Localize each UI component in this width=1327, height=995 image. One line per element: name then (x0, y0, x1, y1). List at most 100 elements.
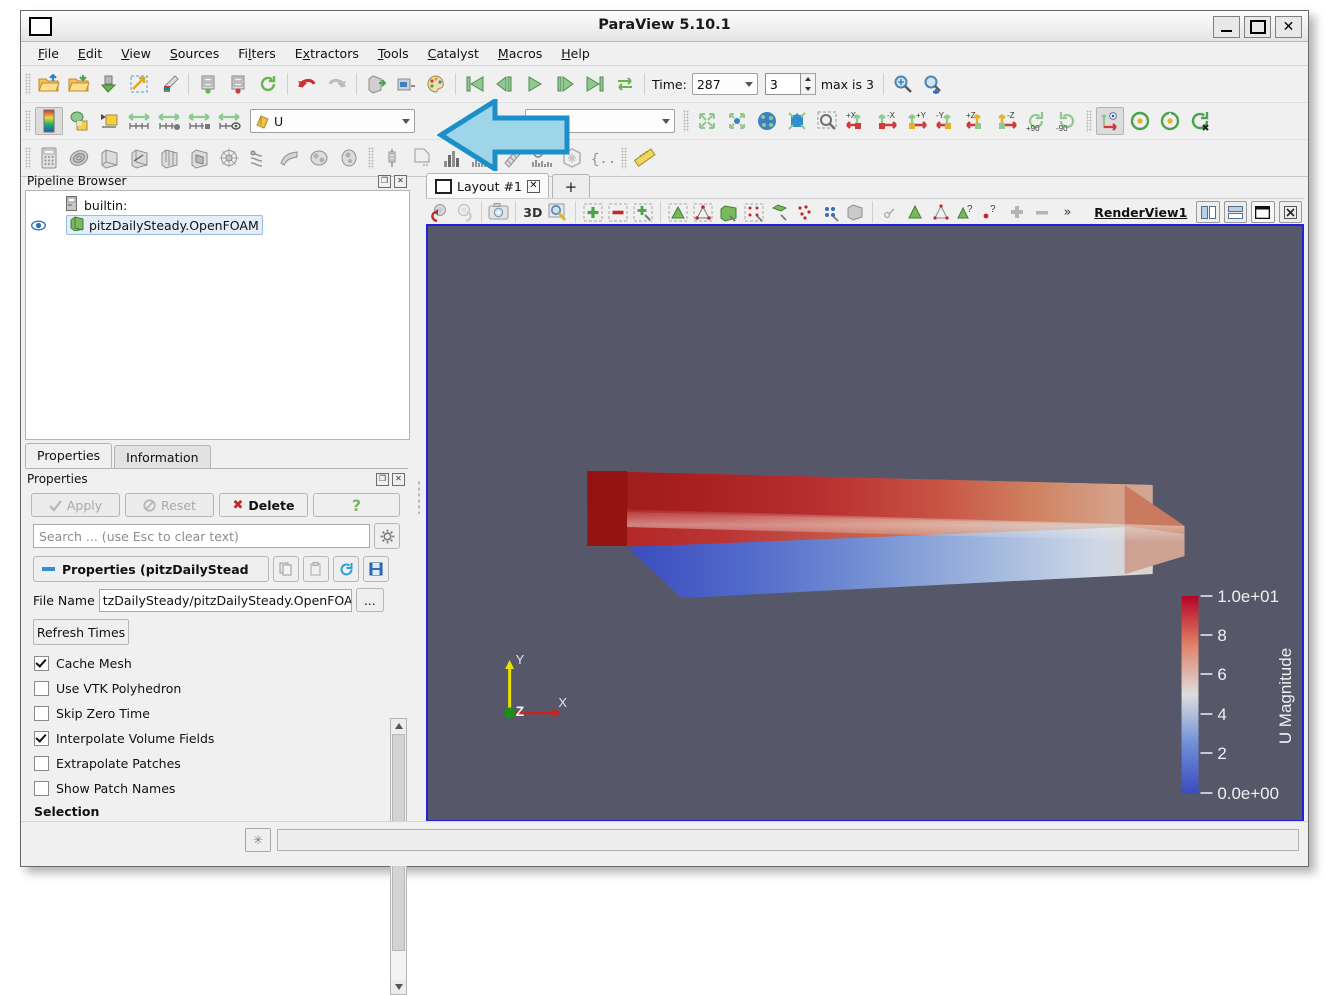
play-icon[interactable] (521, 70, 549, 98)
quartile-chart-icon[interactable] (558, 144, 586, 172)
next-frame-icon[interactable] (551, 70, 579, 98)
menu-catalyst[interactable]: Catalyst (419, 43, 488, 64)
delete-button[interactable]: ✖ Delete (218, 493, 308, 517)
toolbar-grip[interactable] (1086, 110, 1092, 132)
rescale-custom-range-icon[interactable] (155, 107, 183, 135)
checkbox-indicator[interactable] (34, 656, 49, 671)
search-input[interactable]: Search ... (use Esc to clear text) (33, 524, 370, 548)
tab-information[interactable]: Information (114, 445, 211, 468)
stop-icon[interactable]: ✳ (245, 828, 271, 852)
shrink-selection-icon[interactable] (1030, 201, 1053, 223)
restore-defaults-icon[interactable] (333, 556, 359, 582)
select-cells-through-icon[interactable] (717, 201, 740, 223)
grow-selection-icon[interactable] (1005, 201, 1028, 223)
extract-subset-icon[interactable] (185, 144, 213, 172)
undo-camera-icon[interactable] (362, 70, 390, 98)
menu-edit[interactable]: Edit (69, 43, 111, 64)
color-legend-icon[interactable] (65, 107, 93, 135)
neg-z-icon[interactable]: -Z (993, 107, 1021, 135)
reset-button[interactable]: Reset (124, 493, 214, 517)
apply-button[interactable]: Apply (31, 493, 120, 517)
frame-index-spinner[interactable] (800, 73, 816, 95)
checkbox-indicator[interactable] (34, 706, 49, 721)
checkbox-extrapolate-patches[interactable]: Extrapolate Patches (34, 751, 408, 776)
rescale-visible-icon[interactable] (215, 107, 243, 135)
checkbox-indicator[interactable] (34, 756, 49, 771)
gear-icon[interactable] (374, 523, 400, 549)
scalar-bar[interactable]: 1.0e+01 8 6 4 2 0.0e+00 U Magnitude (1181, 587, 1295, 803)
pipeline-undock-icon[interactable]: ❐ (378, 174, 391, 188)
properties-close-icon[interactable]: ✕ (392, 472, 405, 486)
contour-icon[interactable] (65, 144, 93, 172)
remove-point-icon[interactable] (606, 201, 629, 223)
warp-icon[interactable] (275, 144, 303, 172)
zoom-closest-data-icon[interactable] (783, 107, 811, 135)
load-state-icon[interactable] (95, 70, 123, 98)
query-points-icon[interactable]: ? (980, 201, 1003, 223)
server-disconnect-icon[interactable] (224, 70, 252, 98)
toolbar-grip[interactable] (683, 110, 689, 132)
menu-macros[interactable]: Macros (489, 43, 551, 64)
add-point-icon[interactable] (581, 201, 604, 223)
rubber-band-zoom-icon[interactable] (813, 107, 841, 135)
toolbar-grip[interactable] (25, 147, 31, 169)
checkbox-cache-mesh[interactable]: Cache Mesh (34, 651, 408, 676)
neg-y-icon[interactable]: -Y (933, 107, 961, 135)
extract-level-icon[interactable] (335, 144, 363, 172)
checkbox-indicator[interactable] (34, 781, 49, 796)
help-button[interactable]: ? (312, 493, 400, 517)
properties-undock-icon[interactable]: ❐ (376, 472, 389, 486)
maximize-button[interactable] (1244, 16, 1271, 38)
select-cells-polygon-icon[interactable] (903, 201, 926, 223)
visibility-toggle[interactable] (30, 220, 46, 231)
select-frustum-points-icon[interactable] (793, 201, 816, 223)
redo-camera-icon[interactable] (392, 70, 420, 98)
pipeline-browser[interactable]: builtin: pitzDailySteady.OpenFOAM (25, 190, 410, 440)
python-calculator-icon[interactable]: {..} (588, 144, 616, 172)
interactive-select-icon[interactable] (818, 201, 841, 223)
render-view-canvas[interactable]: Y X Z 1.0e+01 8 6 4 2 0.0e+00 U Magnitud… (428, 226, 1302, 820)
split-vertical-icon[interactable] (1223, 201, 1248, 223)
zoom-region-icon[interactable] (547, 201, 570, 223)
save-defaults-icon[interactable] (363, 556, 389, 582)
toolbar-grip[interactable] (621, 147, 627, 169)
zoom-to-data-icon[interactable] (753, 107, 781, 135)
close-view-icon[interactable] (1278, 201, 1303, 223)
edit-point-icon[interactable] (632, 201, 655, 223)
slice-icon[interactable] (125, 144, 153, 172)
color-palette-icon[interactable] (422, 70, 450, 98)
pipeline-item-builtin[interactable]: builtin: (26, 195, 409, 215)
hover-points-icon[interactable] (878, 201, 901, 223)
toolbar-grip[interactable] (25, 73, 31, 95)
plot-attributes-icon[interactable] (498, 144, 526, 172)
checkbox-indicator[interactable] (34, 731, 49, 746)
representation-combo[interactable]: rface (525, 109, 675, 133)
copy-icon[interactable] (273, 556, 299, 582)
menu-extractors[interactable]: Extractors (286, 43, 368, 64)
reset-camera-icon[interactable] (693, 107, 721, 135)
color-map-editor-icon[interactable] (35, 107, 63, 135)
previous-frame-icon[interactable] (491, 70, 519, 98)
select-points-polygon-icon[interactable] (929, 201, 952, 223)
color-field-combo[interactable]: U (250, 109, 415, 133)
properties-group-header[interactable]: Properties (pitzDailyStead (33, 556, 269, 582)
show-center-icon[interactable] (1096, 107, 1124, 135)
camera-icon[interactable] (487, 201, 510, 223)
pos-x-icon[interactable]: +X (843, 107, 871, 135)
query-cells-icon[interactable]: ? (954, 201, 977, 223)
checkbox-indicator[interactable] (34, 681, 49, 696)
paint-icon[interactable] (155, 70, 183, 98)
plot-data-icon[interactable] (468, 144, 496, 172)
panel-splitter[interactable] (412, 172, 426, 822)
menu-filters[interactable]: Filters (229, 43, 285, 64)
minimize-button[interactable] (1213, 16, 1240, 38)
connect-icon[interactable] (125, 70, 153, 98)
checkbox-skip-zero-time[interactable]: Skip Zero Time (34, 701, 408, 726)
loop-icon[interactable] (611, 70, 639, 98)
extract-selection-icon[interactable] (408, 144, 436, 172)
orientation-axes[interactable]: Y X Z (504, 652, 567, 719)
pos-z-icon[interactable]: +Z (963, 107, 991, 135)
menu-file[interactable]: File (29, 43, 68, 64)
reset-session-icon[interactable] (254, 70, 282, 98)
time-value-combo[interactable]: 287 (691, 73, 758, 95)
